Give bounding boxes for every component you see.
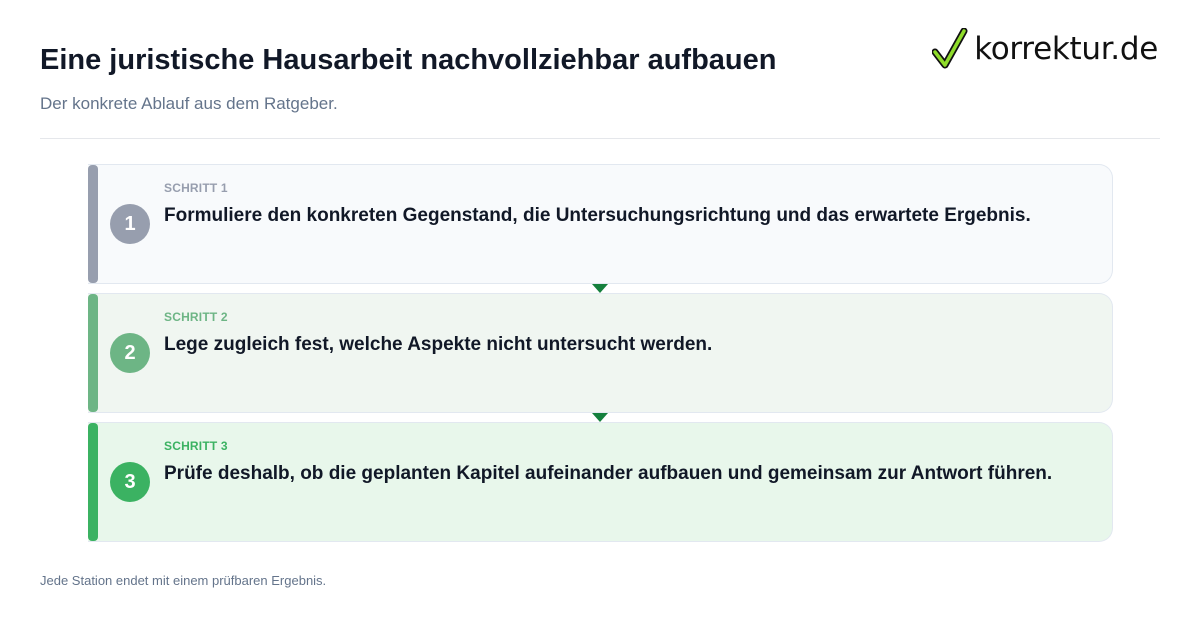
step-accent-bar <box>88 294 98 412</box>
footnote: Jede Station endet mit einem prüfbaren E… <box>40 573 327 588</box>
step-card-3: 3 SCHRITT 3 Prüfe deshalb, ob die geplan… <box>88 422 1113 542</box>
step-number-badge: 3 <box>110 462 150 502</box>
arrow-down-icon <box>592 284 608 293</box>
step-card-1: 1 SCHRITT 1 Formuliere den konkreten Geg… <box>88 164 1113 293</box>
step-label: SCHRITT 3 <box>164 439 228 453</box>
step-label: SCHRITT 2 <box>164 310 228 324</box>
page-subtitle: Der konkrete Ablauf aus dem Ratgeber. <box>40 94 338 113</box>
brand-logo: korrektur.de <box>932 28 1158 70</box>
page-title: Eine juristische Hausarbeit nachvollzieh… <box>40 44 777 76</box>
step-accent-bar <box>88 423 98 541</box>
step-text: Formuliere den konkreten Gegenstand, die… <box>164 205 1031 226</box>
header-divider <box>40 138 1160 139</box>
step-text: Lege zugleich fest, welche Aspekte nicht… <box>164 334 713 355</box>
step-label: SCHRITT 1 <box>164 181 228 195</box>
step-card-2: 2 SCHRITT 2 Lege zugleich fest, welche A… <box>88 293 1113 422</box>
checkmark-icon <box>932 28 968 69</box>
step-accent-bar <box>88 165 98 283</box>
brand-name: korrektur.de <box>974 31 1158 67</box>
step-flow: 1 SCHRITT 1 Formuliere den konkreten Geg… <box>88 164 1113 551</box>
step-number-badge: 1 <box>110 204 150 244</box>
arrow-down-icon <box>592 413 608 422</box>
step-number-badge: 2 <box>110 333 150 373</box>
step-text: Prüfe deshalb, ob die geplanten Kapitel … <box>164 463 1053 484</box>
